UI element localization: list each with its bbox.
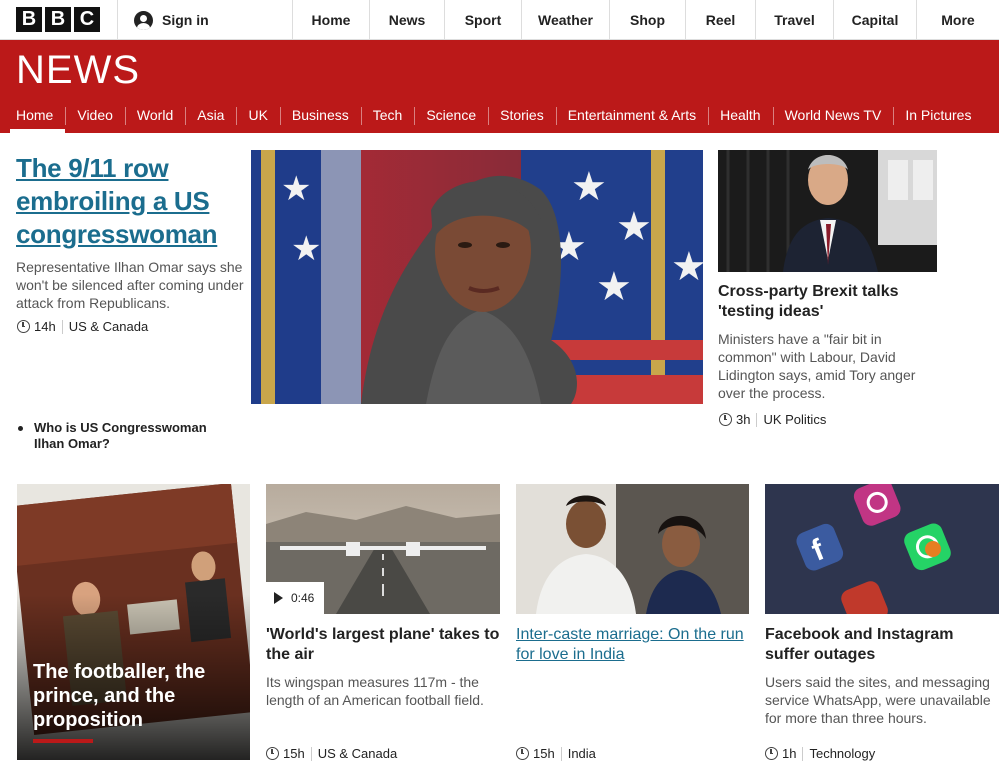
sign-in-label: Sign in xyxy=(162,12,209,28)
lead-time: 14h xyxy=(34,319,56,334)
feature-accent-bar xyxy=(33,739,93,743)
section-nav-tech[interactable]: Tech xyxy=(360,102,415,133)
brexit-tag[interactable]: UK Politics xyxy=(763,412,826,427)
marriage-time: 15h xyxy=(533,746,555,761)
marriage-tag[interactable]: India xyxy=(568,746,596,761)
brexit-image[interactable] xyxy=(718,150,937,272)
svg-text:★: ★ xyxy=(616,205,652,249)
plane-summary: Its wingspan measures 117m - the length … xyxy=(266,674,484,708)
brexit-photo xyxy=(718,150,937,272)
divider xyxy=(61,319,63,334)
global-nav-shop[interactable]: Shop xyxy=(609,0,685,40)
logo-letter: B xyxy=(45,7,71,32)
facebook-photo: f xyxy=(765,484,999,614)
svg-text:★: ★ xyxy=(291,230,321,268)
section-nav-world-news-tv[interactable]: World News TV xyxy=(772,102,894,133)
section-nav-in-pictures[interactable]: In Pictures xyxy=(893,102,983,133)
facebook-summary: Users said the sites, and messaging serv… xyxy=(765,674,991,726)
divider xyxy=(756,412,758,427)
global-nav-home[interactable]: Home xyxy=(292,0,369,40)
marriage-image[interactable] xyxy=(516,484,749,614)
section-nav-health[interactable]: Health xyxy=(708,102,772,133)
marriage-meta: 15h India xyxy=(516,746,596,761)
plane-meta: 15h US & Canada xyxy=(266,746,397,761)
bullet-icon xyxy=(18,426,23,431)
news-title[interactable]: NEWS xyxy=(16,48,140,93)
brexit-summary: Ministers have a "fair bit in common" wi… xyxy=(718,331,916,401)
logo-letter: B xyxy=(16,7,42,32)
marriage-photo xyxy=(516,484,749,614)
facebook-meta: 1h Technology xyxy=(765,746,875,761)
section-nav-asia[interactable]: Asia xyxy=(185,102,236,133)
lead-meta: 14h US & Canada xyxy=(17,319,148,334)
footballer-card[interactable]: The footballer, the prince, and the prop… xyxy=(17,484,250,760)
section-nav-video[interactable]: Video xyxy=(65,102,125,133)
lead-tag[interactable]: US & Canada xyxy=(69,319,149,334)
user-icon xyxy=(134,10,153,30)
play-icon xyxy=(274,592,283,604)
clock-icon xyxy=(719,413,732,426)
brexit-meta: 3h UK Politics xyxy=(719,412,826,427)
facebook-tag[interactable]: Technology xyxy=(809,746,875,761)
facebook-time: 1h xyxy=(782,746,797,761)
divider xyxy=(310,746,312,761)
lead-photo: ★ ★ ★ ★ ★ ★ ★ xyxy=(251,150,703,404)
related-link[interactable]: Who is US Congresswoman Ilhan Omar? xyxy=(18,420,238,452)
lead-summary: Representative Ilhan Omar says she won't… xyxy=(16,259,244,311)
video-duration-badge[interactable]: 0:46 xyxy=(266,582,324,614)
logo-letter: C xyxy=(74,7,100,32)
global-nav-news[interactable]: News xyxy=(369,0,444,40)
section-nav-business[interactable]: Business xyxy=(279,102,361,133)
facebook-image[interactable]: f xyxy=(765,484,999,614)
lead-image[interactable]: ★ ★ ★ ★ ★ ★ ★ xyxy=(251,150,703,404)
related-link-label: Who is US Congresswoman Ilhan Omar? xyxy=(34,420,207,451)
clock-icon xyxy=(266,747,279,760)
global-nav-reel[interactable]: Reel xyxy=(685,0,755,40)
sign-in-link[interactable]: Sign in xyxy=(117,0,293,40)
video-duration: 0:46 xyxy=(291,591,315,605)
section-nav: Home Video World Asia UK Business Tech S… xyxy=(0,102,983,133)
section-nav-science[interactable]: Science xyxy=(414,102,488,133)
section-nav-home[interactable]: Home xyxy=(0,102,66,133)
global-nav-weather[interactable]: Weather xyxy=(521,0,609,40)
clock-icon xyxy=(17,320,30,333)
divider xyxy=(560,746,562,761)
news-banner: NEWS Home Video World Asia UK Business T… xyxy=(0,40,999,133)
footballer-headline: The footballer, the prince, and the prop… xyxy=(33,661,206,731)
global-header: B B C Sign in Home News Sport Weather Sh… xyxy=(0,0,999,40)
clock-icon xyxy=(765,747,778,760)
global-nav-more[interactable]: More xyxy=(916,0,999,40)
svg-text:★: ★ xyxy=(671,245,703,289)
brexit-headline[interactable]: Cross-party Brexit talks 'testing ideas' xyxy=(718,282,943,322)
plane-tag[interactable]: US & Canada xyxy=(318,746,398,761)
section-nav-stories[interactable]: Stories xyxy=(488,102,556,133)
global-nav-travel[interactable]: Travel xyxy=(755,0,833,40)
svg-text:★: ★ xyxy=(596,265,632,309)
brexit-time: 3h xyxy=(736,412,751,427)
section-nav-uk[interactable]: UK xyxy=(236,102,279,133)
section-nav-entertainment[interactable]: Entertainment & Arts xyxy=(555,102,708,133)
facebook-headline[interactable]: Facebook and Instagram suffer outages xyxy=(765,625,995,665)
svg-text:★: ★ xyxy=(281,170,311,208)
divider xyxy=(802,746,804,761)
global-nav: Home News Sport Weather Shop Reel Travel… xyxy=(292,0,999,40)
section-nav-world[interactable]: World xyxy=(124,102,185,133)
plane-headline[interactable]: 'World's largest plane' takes to the air xyxy=(266,625,502,665)
bbc-logo[interactable]: B B C xyxy=(16,7,100,32)
global-nav-sport[interactable]: Sport xyxy=(444,0,521,40)
global-nav-capital[interactable]: Capital xyxy=(833,0,916,40)
lead-headline[interactable]: The 9/11 row embroiling a US congresswom… xyxy=(16,152,241,251)
clock-icon xyxy=(516,747,529,760)
marriage-headline[interactable]: Inter-caste marriage: On the run for lov… xyxy=(516,625,752,665)
plane-time: 15h xyxy=(283,746,305,761)
svg-text:★: ★ xyxy=(571,165,607,209)
